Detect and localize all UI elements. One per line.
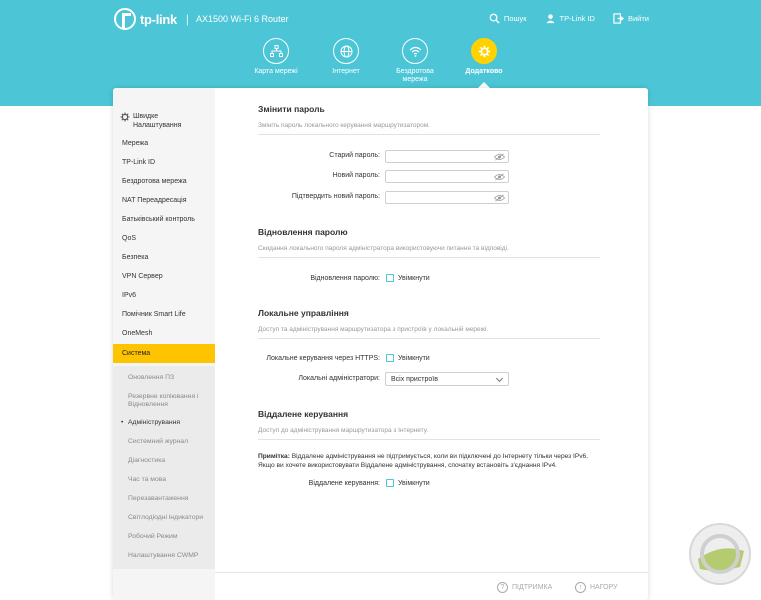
remote-note: Примітка: Віддалене адміністрування не п… [258,452,603,470]
local-management-title: Локальне управління [258,308,349,318]
https-label: Локальне керування через HTTPS: [266,355,380,362]
password-recovery-title: Відновлення паролю [258,227,348,237]
sub-item-administration[interactable]: Адміністрування [121,419,214,427]
chevron-down-icon [495,374,504,383]
model-name: AX1500 Wi-Fi 6 Router [196,14,289,24]
sidebar-item-tplink-id[interactable]: TP-Link ID [113,153,215,172]
remote-note-text: Віддалене адміністрування не підтримуєть… [258,453,589,469]
sidebar-item-parental[interactable]: Батьківський контроль [113,210,215,229]
top-links: Пошук TP-Link ID Вийти [489,13,649,24]
confirm-password-label: Підтвердить новий пароль: [291,193,380,200]
remote-management-desc: Доступ до адміністрування маршрутизатора… [258,427,600,440]
sub-item-cwmp[interactable]: Налаштування CWMP [128,552,214,560]
sub-item-led[interactable]: Світлодіодні індикатори [128,514,214,522]
arrow-up-icon: ↑ [575,582,586,593]
gear-icon [471,38,497,64]
password-recovery-label: Відновлення паролю: [310,275,380,282]
old-password-label: Старий пароль: [329,152,380,159]
sidebar-item-network[interactable]: Мережа [113,134,215,153]
local-admins-select[interactable]: Всіх пристроїв [385,372,509,386]
globe-icon [333,38,359,64]
quick-setup-gear-icon [120,112,130,122]
old-password-input[interactable] [385,150,509,163]
local-management-desc: Доступ та адміністрування маршрутизатора… [258,326,600,339]
sub-item-backup[interactable]: Резервне копіювання і Відновлення [128,393,214,409]
show-password-icon[interactable] [494,194,505,202]
sidebar-item-ipv6[interactable]: IPv6 [113,286,215,305]
sidebar: Швидке Налаштування Мережа TP-Link ID Бе… [113,88,215,600]
remote-management-checkbox[interactable]: Увімкнути [386,479,430,487]
https-check-label: Увімкнути [398,354,430,362]
local-admins-value: Всіх пристроїв [391,376,438,383]
search-icon [489,13,500,24]
network-map-icon [263,38,289,64]
back-to-top-label: НАГОРУ [590,584,618,591]
sidebar-item-qos[interactable]: QoS [113,229,215,248]
sidebar-item-smart-life[interactable]: Помічник Smart Life [113,305,215,324]
local-admins-label: Локальні адміністратори: [298,375,380,382]
nav-wireless-label: Бездротова мережа [396,68,434,83]
sidebar-item-vpn[interactable]: VPN Сервер [113,267,215,286]
sidebar-submenu: Оновлення ПЗ Резервне копіювання і Відно… [113,366,215,569]
sub-item-operation-mode[interactable]: Робочий Режим [128,533,214,541]
content-area: Змінити пароль Змініть пароль локального… [215,88,648,600]
main-panel: Швидке Налаштування Мережа TP-Link ID Бе… [113,88,648,600]
change-password-desc: Змініть пароль локального керування марш… [258,122,600,135]
sub-item-diagnostics[interactable]: Діагностика [128,457,214,465]
back-to-top-button[interactable]: ↑ НАГОРУ [575,582,618,593]
sub-item-syslog[interactable]: Системний журнал [128,438,214,446]
sub-item-firmware[interactable]: Оновлення ПЗ [128,374,214,382]
search-link[interactable]: Пошук [489,13,527,24]
password-recovery-checkbox[interactable]: Увімкнути [386,274,430,282]
brand-logo[interactable]: tp-link | AX1500 Wi-Fi 6 Router [114,8,289,30]
sidebar-item-wireless[interactable]: Бездротова мережа [113,172,215,191]
checkbox-box[interactable] [386,479,394,487]
sidebar-quick-setup[interactable]: Швидке Налаштування [120,112,203,130]
user-icon [545,14,555,24]
nav-advanced-label: Додатково [465,68,503,75]
tplink-id-label: TP-Link ID [559,14,595,23]
logout-link[interactable]: Вийти [613,13,649,24]
sidebar-item-nat[interactable]: NAT Переадресація [113,191,215,210]
support-button[interactable]: ? ПІДТРИМКА [497,582,552,593]
new-password-label: Новий пароль: [332,172,380,179]
tplink-id-link[interactable]: TP-Link ID [545,13,595,24]
show-password-icon[interactable] [494,153,505,161]
nav-advanced[interactable]: Додатково [439,38,529,75]
remote-check-label: Увімкнути [398,479,430,487]
watermark-logo [689,523,751,585]
checkbox-box[interactable] [386,354,394,362]
remote-note-label: Примітка: [258,453,290,460]
sub-item-reboot[interactable]: Перезавантаження [128,495,214,503]
brand-name: tp-link [140,11,177,27]
sidebar-quick-setup-label: Швидке Налаштування [133,113,182,129]
show-password-icon[interactable] [494,173,505,181]
sub-item-time-language[interactable]: Час та мова [128,476,214,484]
tplink-logo-icon [114,8,136,30]
support-label: ПІДТРИМКА [512,584,553,591]
https-checkbox[interactable]: Увімкнути [386,354,430,362]
wifi-icon [402,38,428,64]
support-icon: ? [497,582,508,593]
confirm-password-input[interactable] [385,191,509,204]
checkbox-box[interactable] [386,274,394,282]
password-recovery-desc: Скидання локального пароля адміністратор… [258,245,600,258]
change-password-title: Змінити пароль [258,104,325,114]
logout-label: Вийти [627,14,649,23]
logout-icon [613,13,624,24]
new-password-input[interactable] [385,170,509,183]
sidebar-item-onemesh[interactable]: OneMesh [113,324,215,343]
remote-management-label: Віддалене керування: [308,480,380,487]
brand-separator: | [185,12,190,26]
remote-management-title: Віддалене керування [258,409,349,419]
sidebar-item-system[interactable]: Система [113,344,215,363]
search-link-label: Пошук [503,14,527,23]
sidebar-item-security[interactable]: Безпека [113,248,215,267]
footer-bar: ? ПІДТРИМКА ↑ НАГОРУ [215,572,648,600]
password-recovery-check-label: Увімкнути [398,274,430,282]
